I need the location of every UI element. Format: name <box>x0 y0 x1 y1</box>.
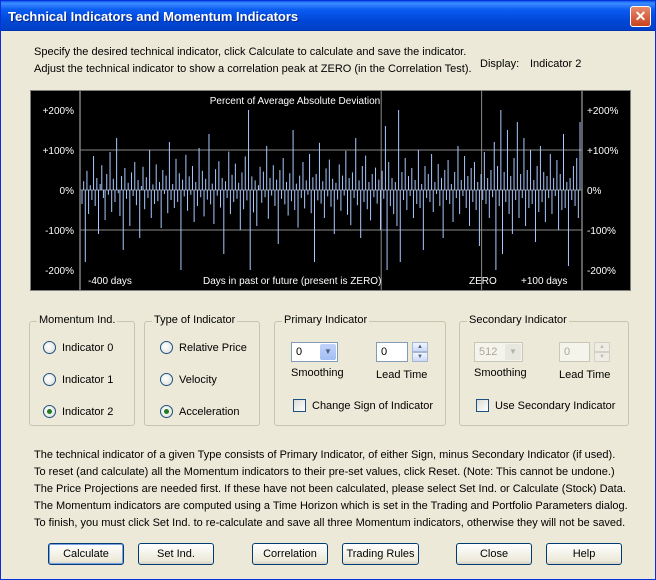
momentum-group-title: Momentum Ind. <box>37 314 118 326</box>
y-tick-label-left: -100% <box>45 226 74 237</box>
y-tick-label-left: -200% <box>45 266 74 277</box>
secondary-lead-time-input[interactable]: 0 <box>559 342 590 362</box>
chart-title: Percent of Average Absolute Deviation <box>210 96 380 107</box>
display-label: Display: <box>480 58 520 70</box>
y-tick-label-right: +200% <box>587 106 619 117</box>
primary-lead-time-spinner[interactable]: ▲ ▼ <box>412 342 428 362</box>
radio-label: Indicator 2 <box>62 406 114 418</box>
change-sign-checkbox[interactable]: Change Sign of Indicator <box>293 398 434 413</box>
chevron-down-icon[interactable]: ▼ <box>505 344 521 360</box>
secondary-smoothing-select[interactable]: 512 ▼ <box>474 342 523 362</box>
secondary-lead-time-label: Lead Time <box>559 369 611 381</box>
radio-velocity[interactable]: Velocity <box>160 372 217 387</box>
radio-circle[interactable] <box>160 340 173 354</box>
secondary-lead-time-value: 0 <box>564 346 571 358</box>
checkbox-box[interactable] <box>293 398 306 412</box>
radio-label: Acceleration <box>179 406 240 418</box>
radio-indicator-0[interactable]: Indicator 0 <box>43 340 114 355</box>
x-zero-label: ZERO <box>469 276 497 287</box>
x-left-label: -400 days <box>88 276 132 287</box>
primary-smoothing-label: Smoothing <box>291 367 344 379</box>
secondary-smoothing-label: Smoothing <box>474 367 527 379</box>
primary-indicator-group: Primary Indicator 0 ▼ Smoothing 0 ▲ ▼ Le… <box>274 314 446 426</box>
y-tick-label-right: +100% <box>587 146 619 157</box>
x-axis-label: Days in past or future (present is ZERO) <box>203 276 381 287</box>
instruction-line-2: Adjust the technical indicator to show a… <box>34 63 472 75</box>
primary-lead-time-label: Lead Time <box>376 369 428 381</box>
checkbox-label: Change Sign of Indicator <box>312 400 434 412</box>
note-line: To finish, you must click Set Ind. to re… <box>34 517 626 529</box>
note-line: The Momentum indicators are computed usi… <box>34 500 628 512</box>
dialog-window: Technical Indicators and Momentum Indica… <box>0 0 656 580</box>
x-right-label: +100 days <box>521 276 567 287</box>
secondary-lead-time-spinner[interactable]: ▲ ▼ <box>594 342 610 362</box>
radio-circle-selected[interactable] <box>160 404 173 418</box>
instruction-line-1: Specify the desired technical indicator,… <box>34 46 467 58</box>
y-tick-label-right: -200% <box>587 266 616 277</box>
help-button[interactable]: Help <box>546 543 622 565</box>
checkbox-box[interactable] <box>476 398 489 412</box>
spin-down-icon[interactable]: ▼ <box>594 352 610 362</box>
radio-relative-price[interactable]: Relative Price <box>160 340 247 355</box>
radio-circle[interactable] <box>43 340 56 354</box>
spin-down-icon[interactable]: ▼ <box>412 352 428 362</box>
secondary-smoothing-value: 512 <box>479 346 498 358</box>
trading-rules-button[interactable]: Trading Rules <box>342 543 419 565</box>
y-tick-label-left: +200% <box>43 106 75 117</box>
y-tick-label-right: -100% <box>587 226 616 237</box>
set-ind-button[interactable]: Set Ind. <box>138 543 214 565</box>
primary-lead-time-value: 0 <box>381 346 388 358</box>
use-secondary-checkbox[interactable]: Use Secondary Indicator <box>476 398 616 413</box>
radio-circle[interactable] <box>160 372 173 386</box>
note-line: To reset (and calculate) all the Momentu… <box>34 466 615 478</box>
radio-circle[interactable] <box>43 372 56 386</box>
y-tick-label-right: 0% <box>587 186 602 197</box>
radio-label: Relative Price <box>179 342 247 354</box>
primary-lead-time-input[interactable]: 0 <box>376 342 408 362</box>
indicator-chart: +200% +200% +100% +100% 0% 0% -100% -100% -200% -… <box>30 90 631 291</box>
note-line: The Price Projections are needed first. … <box>34 483 626 495</box>
calculate-button[interactable]: Calculate <box>48 543 124 565</box>
momentum-group: Momentum Ind. Indicator 0 Indicator 1 In… <box>29 314 135 426</box>
chevron-down-icon[interactable]: ▼ <box>320 344 336 360</box>
primary-group-title: Primary Indicator <box>282 314 370 326</box>
radio-label: Velocity <box>179 374 217 386</box>
radio-circle-selected[interactable] <box>43 404 56 418</box>
radio-label: Indicator 0 <box>62 342 114 354</box>
primary-smoothing-select[interactable]: 0 ▼ <box>291 342 338 362</box>
correlation-button[interactable]: Correlation <box>252 543 328 565</box>
note-line: The technical indicator of a given Type … <box>34 449 616 461</box>
radio-acceleration[interactable]: Acceleration <box>160 404 240 419</box>
type-group: Type of Indicator Relative Price Velocit… <box>144 314 260 426</box>
title-bar[interactable]: Technical Indicators and Momentum Indica… <box>1 1 655 31</box>
secondary-group-title: Secondary Indicator <box>467 314 569 326</box>
radio-indicator-1[interactable]: Indicator 1 <box>43 372 114 387</box>
radio-label: Indicator 1 <box>62 374 114 386</box>
display-value: Indicator 2 <box>530 58 582 70</box>
radio-indicator-2[interactable]: Indicator 2 <box>43 404 114 419</box>
close-button[interactable]: Close <box>456 543 532 565</box>
spin-up-icon[interactable]: ▲ <box>412 342 428 352</box>
y-tick-label-left: 0% <box>60 186 75 197</box>
close-window-button[interactable]: ✕ <box>630 6 651 27</box>
type-group-title: Type of Indicator <box>152 314 238 326</box>
primary-smoothing-value: 0 <box>296 346 303 358</box>
spin-up-icon[interactable]: ▲ <box>594 342 610 352</box>
secondary-indicator-group: Secondary Indicator 512 ▼ Smoothing 0 ▲ … <box>459 314 629 426</box>
chart-plot: +200% +200% +100% +100% 0% 0% -100% -100% -200% -… <box>43 91 619 290</box>
y-tick-label-left: +100% <box>43 146 75 157</box>
checkbox-label: Use Secondary Indicator <box>495 400 616 412</box>
window-title: Technical Indicators and Momentum Indica… <box>8 9 299 24</box>
